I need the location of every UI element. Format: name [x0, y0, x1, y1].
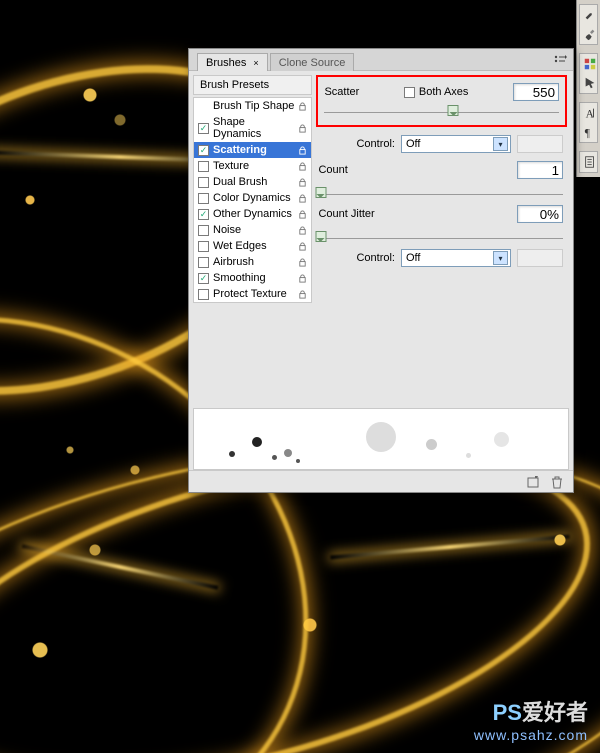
lock-icon[interactable]: [298, 258, 307, 267]
scatter-label: Scatter: [324, 86, 359, 98]
tool-swatches-icon[interactable]: [582, 56, 598, 72]
scatter-control-label: Control:: [356, 138, 395, 150]
count-jitter-slider[interactable]: [318, 229, 563, 243]
option-smoothing[interactable]: Smoothing: [194, 270, 311, 286]
checkbox[interactable]: [198, 241, 209, 252]
option-label: Dual Brush: [213, 176, 294, 188]
checkbox[interactable]: [198, 177, 209, 188]
scatter-control-select[interactable]: Off ▾: [401, 135, 511, 153]
lock-icon[interactable]: [298, 124, 307, 133]
lock-icon[interactable]: [298, 146, 307, 155]
option-label: Wet Edges: [213, 240, 294, 252]
checkbox[interactable]: [198, 257, 209, 268]
option-label: Other Dynamics: [213, 208, 294, 220]
watermark: PS爱好者 www.psahz.com: [474, 695, 588, 743]
lock-icon[interactable]: [298, 102, 307, 111]
lock-icon[interactable]: [298, 194, 307, 203]
lock-icon[interactable]: [298, 290, 307, 299]
tool-wrench-icon[interactable]: [582, 7, 598, 23]
scatter-control-amount: [517, 135, 563, 153]
brush-options-list: Brush Tip Shape Shape Dynamics Scattering T…: [193, 97, 312, 303]
svg-text:¶: ¶: [585, 127, 591, 139]
jitter-control-select[interactable]: Off ▾: [401, 249, 511, 267]
tool-paragraph-icon[interactable]: ¶: [582, 124, 598, 140]
scatter-highlight-box: Scatter Both Axes: [316, 75, 567, 127]
tool-brush-icon[interactable]: [582, 26, 598, 42]
jitter-control-label: Control:: [356, 252, 395, 264]
option-texture[interactable]: Texture: [194, 158, 311, 174]
option-label: Noise: [213, 224, 294, 236]
count-label: Count: [318, 164, 347, 176]
scatter-slider[interactable]: [324, 103, 559, 117]
option-label: Protect Texture: [213, 288, 294, 300]
option-shape-dynamics[interactable]: Shape Dynamics: [194, 114, 311, 142]
count-jitter-label: Count Jitter: [318, 208, 374, 220]
option-other-dynamics[interactable]: Other Dynamics: [194, 206, 311, 222]
checkbox[interactable]: [198, 273, 209, 284]
option-label: Shape Dynamics: [213, 116, 294, 140]
chevron-down-icon[interactable]: ▾: [493, 137, 508, 151]
option-scattering[interactable]: Scattering: [194, 142, 311, 158]
option-color-dynamics[interactable]: Color Dynamics: [194, 190, 311, 206]
checkbox[interactable]: [198, 145, 209, 156]
tool-document-icon[interactable]: [582, 154, 598, 170]
right-dock: A ¶: [576, 0, 600, 177]
count-value-field[interactable]: [517, 161, 563, 179]
tool-arrow-icon[interactable]: [582, 75, 598, 91]
lock-icon[interactable]: [298, 210, 307, 219]
brush-stroke-preview: [193, 408, 569, 470]
both-axes-label: Both Axes: [419, 86, 469, 98]
option-airbrush[interactable]: Airbrush: [194, 254, 311, 270]
checkbox[interactable]: [198, 123, 209, 134]
option-noise[interactable]: Noise: [194, 222, 311, 238]
delete-brush-button[interactable]: [549, 474, 565, 490]
option-label: Texture: [213, 160, 294, 172]
scatter-value-field[interactable]: [513, 83, 559, 101]
chevron-down-icon[interactable]: ▾: [493, 251, 508, 265]
option-label: Airbrush: [213, 256, 294, 268]
lock-icon[interactable]: [298, 162, 307, 171]
lock-icon[interactable]: [298, 226, 307, 235]
panel-menu-button[interactable]: [553, 53, 567, 67]
checkbox[interactable]: [198, 289, 209, 300]
lock-icon[interactable]: [298, 242, 307, 251]
count-jitter-field[interactable]: [517, 205, 563, 223]
panel-tabbar: Brushes × Clone Source: [189, 49, 573, 71]
both-axes-box[interactable]: [404, 87, 415, 98]
brushes-panel: Brushes × Clone Source Brush Presets Bru…: [188, 48, 574, 493]
tab-brushes[interactable]: Brushes ×: [197, 53, 268, 71]
checkbox[interactable]: [198, 209, 209, 220]
tab-close-icon[interactable]: ×: [253, 58, 258, 68]
count-slider[interactable]: [318, 185, 563, 199]
new-brush-button[interactable]: [525, 474, 541, 490]
option-label: Color Dynamics: [213, 192, 294, 204]
option-wet-edges[interactable]: Wet Edges: [194, 238, 311, 254]
jitter-control-amount: [517, 249, 563, 267]
option-brush-tip-shape[interactable]: Brush Tip Shape: [194, 98, 311, 114]
option-dual-brush[interactable]: Dual Brush: [194, 174, 311, 190]
option-protect-texture[interactable]: Protect Texture: [194, 286, 311, 302]
tab-brushes-label: Brushes: [206, 57, 246, 69]
checkbox[interactable]: [198, 225, 209, 236]
checkbox[interactable]: [198, 161, 209, 172]
tab-clone-source-label: Clone Source: [279, 57, 346, 69]
option-label: Scattering: [213, 144, 294, 156]
tab-clone-source[interactable]: Clone Source: [270, 53, 355, 71]
lock-icon[interactable]: [298, 178, 307, 187]
option-label: Smoothing: [213, 272, 294, 284]
brush-presets-header[interactable]: Brush Presets: [193, 75, 312, 95]
both-axes-checkbox[interactable]: Both Axes: [404, 86, 469, 98]
tool-type-icon[interactable]: A: [582, 105, 598, 121]
lock-icon[interactable]: [298, 274, 307, 283]
checkbox[interactable]: [198, 193, 209, 204]
option-label: Brush Tip Shape: [213, 100, 294, 112]
